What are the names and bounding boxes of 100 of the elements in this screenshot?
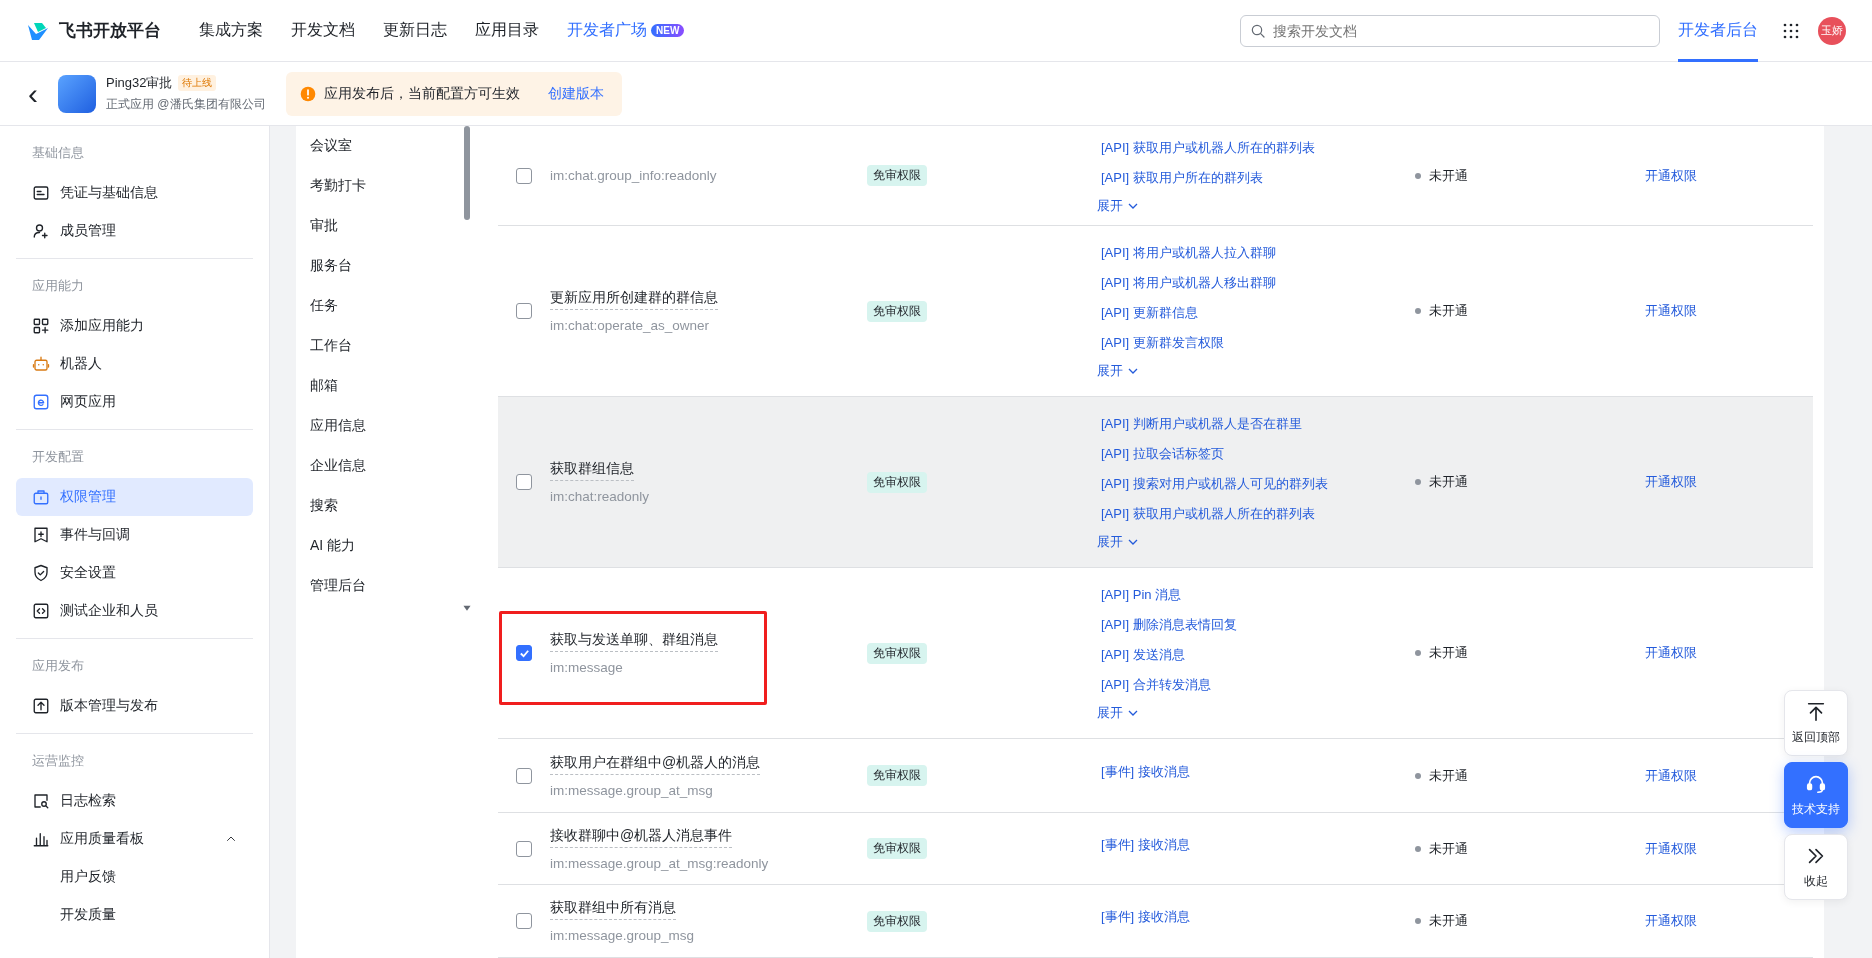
permission-tag: 免审权限 xyxy=(867,642,927,664)
status-dot xyxy=(1415,918,1421,924)
checkbox[interactable] xyxy=(516,303,532,319)
sidebar-item[interactable]: 用户反馈 xyxy=(16,858,253,896)
support-button[interactable]: 技术支持 xyxy=(1784,762,1848,828)
category-item[interactable]: 会议室 xyxy=(296,126,478,166)
api-link[interactable]: [API] 发送消息 xyxy=(1097,644,1185,674)
category-item[interactable]: 应用信息 xyxy=(296,406,478,446)
back-button[interactable]: ‹ xyxy=(22,78,44,109)
category-item[interactable]: 搜索 xyxy=(296,486,478,526)
checkbox[interactable] xyxy=(516,767,532,784)
api-link[interactable]: [API] 更新群信息 xyxy=(1097,302,1198,332)
sidebar-item[interactable]: 网页应用 xyxy=(16,383,253,421)
status-text: 未开通 xyxy=(1429,473,1468,491)
api-link[interactable]: [事件] 接收消息 xyxy=(1097,760,1190,791)
checkbox[interactable] xyxy=(516,840,532,857)
web-app-icon xyxy=(32,393,50,411)
enable-permission-link[interactable]: 开通权限 xyxy=(1645,167,1697,183)
category-item[interactable]: 工作台 xyxy=(296,326,478,366)
app-icon xyxy=(58,74,96,113)
enable-permission-link[interactable]: 开通权限 xyxy=(1645,474,1697,489)
category-item[interactable]: 考勤打卡 xyxy=(296,166,478,206)
nav-link[interactable]: 开发者广场 NEW xyxy=(567,20,685,41)
api-link[interactable]: [API] Pin 消息 xyxy=(1097,584,1182,614)
api-link[interactable]: [API] 获取用户或机器人所在的群列表 xyxy=(1097,136,1315,167)
permission-tag: 免审权限 xyxy=(867,471,927,493)
search-field[interactable]: 搜索开发文档 xyxy=(1240,14,1660,47)
api-link[interactable]: [API] 将用户或机器人移出群聊 xyxy=(1097,272,1276,302)
nav-link[interactable]: 集成方案 xyxy=(199,20,263,41)
permission-scope: im:chat:operate_as_owner xyxy=(550,318,710,333)
enable-permission-link[interactable]: 开通权限 xyxy=(1645,913,1697,928)
search-icon xyxy=(1250,22,1266,39)
expand-button[interactable]: 展开 xyxy=(1097,533,1139,551)
status-text: 未开通 xyxy=(1429,166,1468,185)
api-link[interactable]: [API] 获取用户或机器人所在的群列表 xyxy=(1097,503,1315,533)
create-version-link[interactable]: 创建版本 xyxy=(547,84,604,103)
nav-link[interactable]: 开发文档 xyxy=(291,20,355,41)
category-item[interactable]: 任务 xyxy=(296,286,478,326)
expand-button[interactable]: 展开 xyxy=(1097,196,1139,215)
category-item[interactable]: 服务台 xyxy=(296,246,478,286)
sidebar-item[interactable]: 凭证与基础信息 xyxy=(16,174,253,212)
scrollbar-thumb[interactable] xyxy=(464,126,470,220)
checkbox[interactable] xyxy=(516,167,532,184)
sidebar-item[interactable]: 机器人 xyxy=(16,345,253,383)
api-link[interactable]: [事件] 接收消息 xyxy=(1097,906,1190,936)
enable-permission-link[interactable]: 开通权限 xyxy=(1645,303,1697,318)
console-tab[interactable]: 开发者后台 xyxy=(1678,0,1758,62)
apps-grid-icon[interactable] xyxy=(1782,21,1800,40)
sidebar-item[interactable]: 事件与回调 xyxy=(16,516,253,554)
expand-button[interactable]: 展开 xyxy=(1097,362,1139,380)
sidebar-item[interactable]: 添加应用能力 xyxy=(16,307,253,345)
checkbox[interactable] xyxy=(516,474,532,490)
category-item[interactable]: 邮箱 xyxy=(296,366,478,406)
category-item[interactable]: 管理后台 xyxy=(296,566,478,606)
user-avatar[interactable]: 玉娇 xyxy=(1818,16,1846,45)
nav-link[interactable]: 更新日志 xyxy=(383,20,447,41)
api-link[interactable]: [事件] 接收消息 xyxy=(1097,833,1190,864)
group-title: 应用能力 xyxy=(31,277,85,295)
api-link[interactable]: [API] 合并转发消息 xyxy=(1097,674,1211,704)
expand-button[interactable]: 展开 xyxy=(1097,704,1139,722)
permission-scope: im:message.group_at_msg:readonly xyxy=(550,855,769,871)
collapse-button[interactable]: 收起 xyxy=(1784,834,1848,900)
checkmark-icon xyxy=(518,647,530,659)
sidebar-item[interactable]: 权限管理 xyxy=(16,478,253,516)
sidebar-item[interactable]: 应用质量看板 xyxy=(16,820,253,858)
arrow-up-icon xyxy=(1805,700,1827,723)
back-to-top-button[interactable]: 返回顶部 xyxy=(1784,690,1848,756)
checkbox[interactable] xyxy=(516,645,532,661)
sidebar-item[interactable]: 开发质量 xyxy=(16,896,253,934)
api-link[interactable]: [API] 将用户或机器人拉入群聊 xyxy=(1097,242,1276,272)
checkbox[interactable] xyxy=(516,913,532,929)
api-link[interactable]: [API] 拉取会话标签页 xyxy=(1097,443,1224,473)
api-link[interactable]: [API] 删除消息表情回复 xyxy=(1097,614,1237,644)
sidebar-item[interactable]: 成员管理 xyxy=(16,212,253,250)
sidebar-item[interactable]: 测试企业和人员 xyxy=(16,592,253,630)
enable-permission-link[interactable]: 开通权限 xyxy=(1645,767,1697,783)
enable-permission-link[interactable]: 开通权限 xyxy=(1645,645,1697,660)
category-item[interactable]: 企业信息 xyxy=(296,446,478,486)
status-dot xyxy=(1415,308,1421,314)
scroll-down-icon xyxy=(462,604,472,612)
enable-permission-link[interactable]: 开通权限 xyxy=(1645,840,1697,856)
add-widget-icon xyxy=(32,317,50,335)
api-link[interactable]: [API] 获取用户所在的群列表 xyxy=(1097,166,1263,197)
sidebar-item[interactable]: 日志检索 xyxy=(16,782,253,820)
id-card-icon xyxy=(32,184,50,202)
category-item[interactable]: 审批 xyxy=(296,206,478,246)
permission-name: 获取用户在群组中@机器人的消息 xyxy=(550,753,761,775)
permission-tag: 免审权限 xyxy=(867,765,927,786)
api-link[interactable]: [API] 更新群发言权限 xyxy=(1097,332,1224,362)
add-user-icon xyxy=(32,222,50,240)
sidebar-item[interactable]: 版本管理与发布 xyxy=(16,687,253,725)
category-item[interactable]: AI 能力 xyxy=(296,526,478,566)
status-dot xyxy=(1415,772,1421,779)
sidebar-item[interactable]: 安全设置 xyxy=(16,554,253,592)
api-link[interactable]: [API] 判断用户或机器人是否在群里 xyxy=(1097,413,1302,443)
api-link[interactable]: [API] 搜索对用户或机器人可见的群列表 xyxy=(1097,473,1328,503)
status-text: 未开通 xyxy=(1429,839,1468,858)
nav-link[interactable]: 应用目录 xyxy=(475,20,539,41)
permission-tag: 免审权限 xyxy=(867,838,927,859)
group-title: 运营监控 xyxy=(31,752,85,770)
